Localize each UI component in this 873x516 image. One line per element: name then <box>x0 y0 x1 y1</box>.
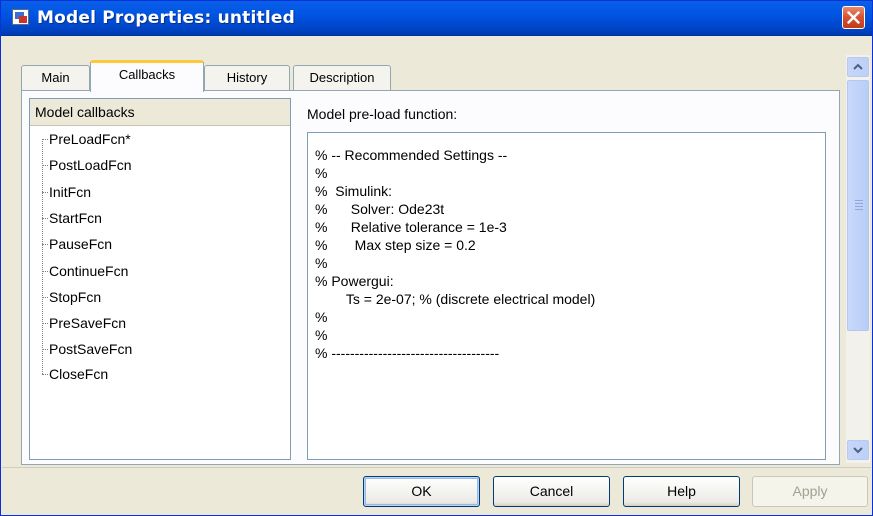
window-title: Model Properties: untitled <box>37 8 295 28</box>
model-properties-dialog: Model Properties: untitled Main Callback… <box>0 0 873 516</box>
help-button[interactable]: Help <box>623 476 740 507</box>
tab-history[interactable]: History <box>204 65 290 91</box>
apply-button[interactable]: Apply <box>752 476 868 507</box>
code-line: % Max step size = 0.2 <box>315 237 476 253</box>
scroll-down-button[interactable] <box>847 440 869 460</box>
code-line: % <box>315 309 328 325</box>
tab-main[interactable]: Main <box>21 65 90 91</box>
tree-connector <box>42 139 43 374</box>
code-line: Ts = 2e-07; % (discrete electrical model… <box>315 291 596 307</box>
callbacks-tree-header: Model callbacks <box>30 99 290 126</box>
code-line: % ------------------------------------ <box>315 345 500 361</box>
close-button[interactable] <box>842 6 865 29</box>
close-icon <box>847 11 860 24</box>
ok-button[interactable]: OK <box>363 476 480 507</box>
code-line: % Relative tolerance = 1e-3 <box>315 219 507 235</box>
chevron-down-icon <box>853 447 863 454</box>
scroll-thumb[interactable] <box>847 80 869 331</box>
editor-label: Model pre-load function: <box>307 106 458 122</box>
code-line: % Solver: Ode23t <box>315 201 445 217</box>
footer-divider <box>2 467 871 468</box>
tab-description[interactable]: Description <box>293 65 391 91</box>
code-line: % <box>315 255 328 271</box>
code-line: % -- Recommended Settings -- <box>315 147 508 163</box>
code-line: % Powergui: <box>315 273 394 289</box>
tab-callbacks[interactable]: Callbacks <box>90 60 204 92</box>
scroll-up-button[interactable] <box>847 57 869 77</box>
chevron-up-icon <box>853 63 863 70</box>
callbacks-tree[interactable]: Model callbacks PreLoadFcn* PostLoadFcn … <box>29 98 291 460</box>
code-line: % Simulink: <box>315 183 393 199</box>
code-line: % <box>315 165 328 181</box>
title-bar[interactable]: Model Properties: untitled <box>1 1 872 36</box>
code-line: % <box>315 327 328 343</box>
preload-function-editor[interactable]: % -- Recommended Settings -- % % Simulin… <box>307 132 826 460</box>
model-icon <box>12 9 29 25</box>
cancel-button[interactable]: Cancel <box>493 476 610 507</box>
vertical-scrollbar[interactable] <box>846 55 870 463</box>
